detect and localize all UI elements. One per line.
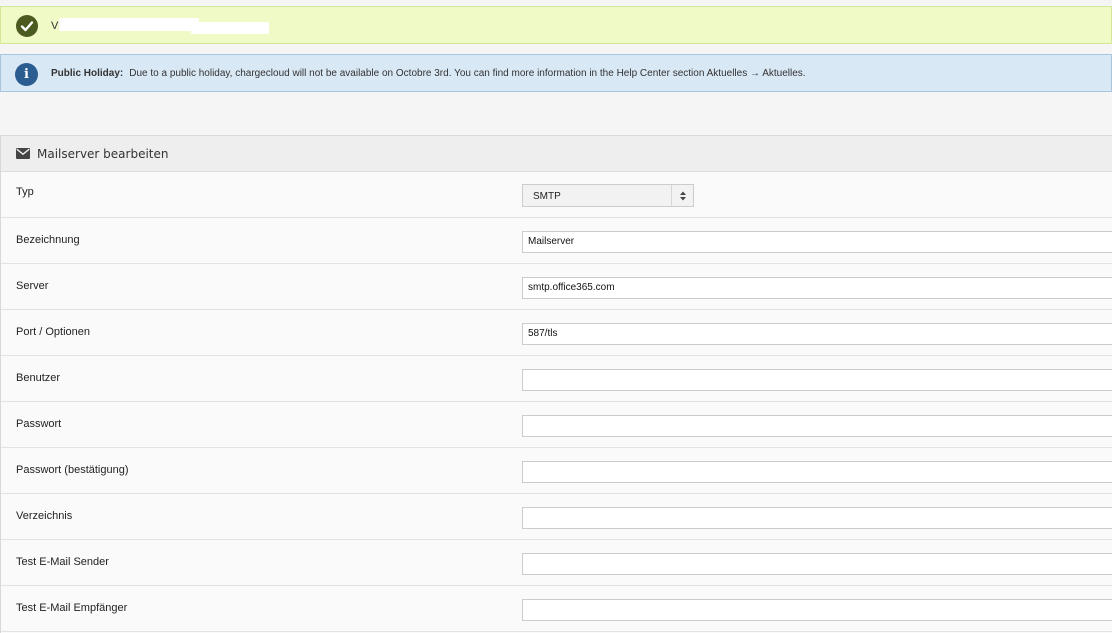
server-label: Server [16,280,49,292]
test-sender-input[interactable] [522,553,1112,575]
typ-select[interactable]: SMTP [522,184,694,207]
typ-select-value: SMTP [533,191,561,202]
info-alert: i Public Holiday: Due to a public holiday… [0,54,1112,92]
form-row-port: Port / Optionen 587/tls [1,310,1112,356]
form-row-test-empfaenger: Test E-Mail Empfänger [1,586,1112,632]
test-sender-label: Test E-Mail Sender [16,556,109,568]
success-message: V [51,20,59,32]
success-alert: V [0,6,1112,44]
passwort-bestaetigung-input[interactable] [522,461,1112,483]
form-row-typ: Typ SMTP [1,172,1112,218]
passwort-input[interactable] [522,415,1112,437]
passwort-label: Passwort [16,418,62,430]
form-row-passwort-bestaetigung: Passwort (bestätigung) [1,448,1112,494]
test-empfaenger-input[interactable] [522,599,1112,621]
form-row-bezeichnung: Bezeichnung Mailserver [1,218,1112,264]
panel-header: Mailserver bearbeiten [1,136,1112,172]
info-title: Public Holiday: [51,68,124,79]
redaction [191,22,269,34]
info-circle-icon: i [15,63,38,86]
typ-label: Typ [16,186,34,198]
redaction [59,18,199,31]
info-body: Due to a public holiday, chargecloud wil… [129,68,806,79]
form-row-verzeichnis: Verzeichnis [1,494,1112,540]
server-input[interactable]: smtp.office365.com [522,277,1112,299]
panel-title: Mailserver bearbeiten [37,146,169,161]
bezeichnung-label: Bezeichnung [16,234,80,246]
info-message: Public Holiday: Due to a public holiday, … [51,68,806,79]
check-circle-icon [16,15,38,37]
test-empfaenger-label: Test E-Mail Empfänger [16,602,128,614]
passwort-bestaetigung-label: Passwort (bestätigung) [16,464,129,476]
redaction [576,233,646,252]
form-row-benutzer: Benutzer [1,356,1112,402]
port-input[interactable]: 587/tls [522,323,1112,345]
form-row-test-sender: Test E-Mail Sender [1,540,1112,586]
verzeichnis-label: Verzeichnis [16,510,73,522]
form-row-passwort: Passwort [1,402,1112,448]
benutzer-input[interactable] [522,369,1112,391]
port-label: Port / Optionen [16,326,90,338]
benutzer-label: Benutzer [16,372,61,384]
envelope-icon [16,148,30,159]
form-row-server: Server smtp.office365.com [1,264,1112,310]
mailserver-panel: Mailserver bearbeiten Typ SMTP Bezeichnu… [0,135,1112,633]
verzeichnis-input[interactable] [522,507,1112,529]
sort-arrows-icon [671,185,693,206]
